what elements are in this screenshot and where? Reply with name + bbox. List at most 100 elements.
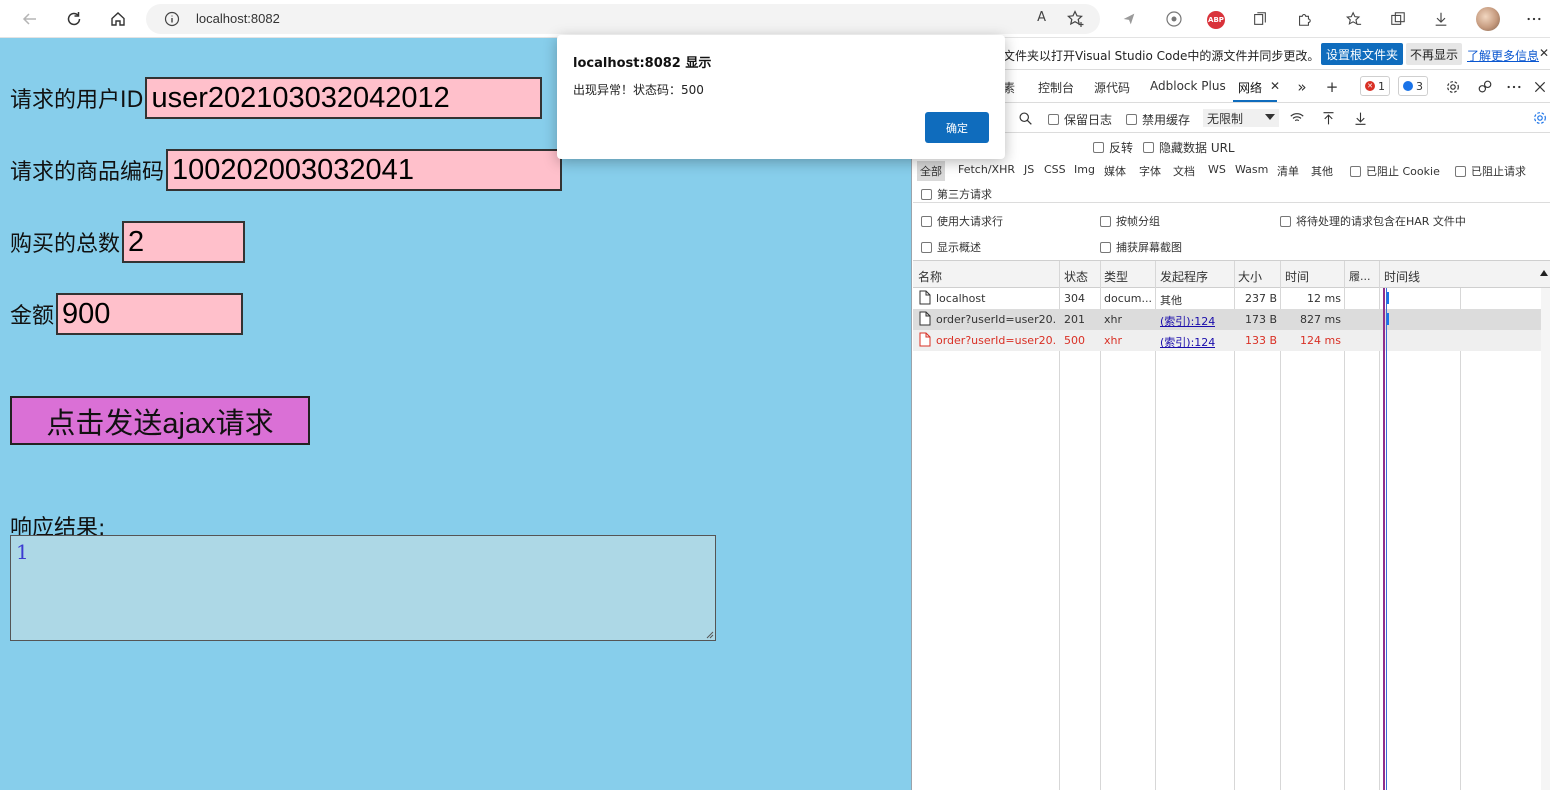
error-badge[interactable]: ✕ 1: [1360, 76, 1390, 96]
hide-data-url-option[interactable]: 隐藏数据 URL: [1143, 139, 1235, 156]
devtools-close-icon[interactable]: [1531, 78, 1549, 96]
learn-more-link[interactable]: 了解更多信息: [1467, 47, 1539, 64]
import-har-icon[interactable]: [1319, 109, 1337, 127]
dont-show-again-button[interactable]: 不再显示: [1406, 43, 1463, 65]
preserve-log-checkbox[interactable]: [1048, 114, 1059, 125]
overview-checkbox[interactable]: [921, 241, 932, 253]
blocked-requests-checkbox[interactable]: [1455, 165, 1466, 177]
column-waterfall[interactable]: 时间线: [1384, 268, 1420, 285]
tab-adblock[interactable]: Adblock Plus: [1150, 79, 1226, 93]
puzzle-icon[interactable]: [1293, 8, 1315, 30]
alert-ok-button[interactable]: 确定: [925, 112, 989, 143]
column-size[interactable]: 大小: [1238, 268, 1262, 285]
read-aloud-icon[interactable]: A: [1037, 10, 1046, 25]
more-icon[interactable]: [1523, 8, 1545, 30]
tab-console[interactable]: 控制台: [1038, 79, 1074, 96]
filter-fetch-xhr[interactable]: Fetch/XHR: [958, 163, 1015, 176]
network-tab-close-icon[interactable]: ✕: [1270, 79, 1280, 93]
blocked-cookies-checkbox[interactable]: [1350, 165, 1361, 177]
download-icon[interactable]: [1430, 8, 1452, 30]
response-textarea[interactable]: 1: [10, 535, 716, 641]
har-pending-checkbox[interactable]: [1280, 215, 1291, 227]
favorites-icon[interactable]: [1343, 8, 1365, 30]
table-row[interactable]: order?userId=user20... 500 xhr (索引):124 …: [913, 330, 1550, 351]
count-input[interactable]: 2: [122, 221, 246, 263]
filter-other[interactable]: 其他: [1311, 163, 1333, 179]
hide-data-url-checkbox[interactable]: [1143, 142, 1154, 153]
request-initiator-link[interactable]: (索引):124: [1160, 313, 1215, 329]
table-row[interactable]: order?userId=user20... 201 xhr (索引):124 …: [913, 309, 1550, 330]
tab-sources[interactable]: 源代码: [1094, 79, 1130, 96]
large-rows-option[interactable]: 使用大请求行: [921, 213, 1003, 229]
invert-checkbox[interactable]: [1093, 142, 1104, 153]
send-ajax-button[interactable]: 点击发送ajax请求: [10, 396, 310, 445]
third-party-option[interactable]: 第三方请求: [921, 186, 992, 202]
address-url[interactable]: localhost:8082: [196, 11, 280, 26]
column-type[interactable]: 类型: [1104, 268, 1128, 285]
request-name[interactable]: order?userId=user20...: [936, 313, 1056, 326]
favorite-add-icon[interactable]: [1066, 9, 1086, 29]
large-rows-checkbox[interactable]: [921, 215, 932, 227]
request-initiator-link[interactable]: (索引):124: [1160, 334, 1215, 350]
notice-close-icon[interactable]: ✕: [1539, 46, 1549, 60]
blocked-cookies-option[interactable]: 已阻止 Cookie: [1350, 163, 1440, 179]
add-tab-icon[interactable]: +: [1323, 78, 1341, 96]
network-settings-icon[interactable]: [1531, 109, 1549, 127]
user-id-input[interactable]: user202103032042012: [145, 77, 543, 119]
filter-wasm[interactable]: Wasm: [1235, 163, 1268, 176]
more-tabs-icon[interactable]: »: [1293, 78, 1311, 96]
throttle-select[interactable]: 无限制: [1203, 109, 1279, 127]
group-by-frame-checkbox[interactable]: [1100, 215, 1111, 227]
wifi-conditions-icon[interactable]: [1288, 109, 1306, 127]
filter-css[interactable]: CSS: [1044, 163, 1066, 176]
screenshots-checkbox[interactable]: [1100, 241, 1111, 253]
filter-all[interactable]: 全部: [917, 161, 945, 181]
back-icon[interactable]: [16, 5, 44, 33]
filter-font[interactable]: 字体: [1139, 163, 1161, 179]
abp-icon[interactable]: ABP: [1205, 8, 1227, 30]
disable-cache-option[interactable]: 禁用缓存: [1126, 111, 1190, 128]
filter-js[interactable]: JS: [1024, 163, 1034, 176]
tab-actions-icon[interactable]: [1387, 8, 1409, 30]
column-initiator[interactable]: 发起程序: [1160, 268, 1208, 285]
filter-doc[interactable]: 文档: [1173, 163, 1195, 179]
group-by-frame-option[interactable]: 按帧分组: [1100, 213, 1160, 229]
connect-device-icon[interactable]: [1476, 78, 1494, 96]
table-row[interactable]: localhost 304 docum... 其他 237 B 12 ms: [913, 288, 1550, 309]
export-har-icon[interactable]: [1351, 109, 1369, 127]
request-name[interactable]: localhost: [936, 292, 1056, 305]
blocked-requests-option[interactable]: 已阻止请求: [1455, 163, 1526, 179]
invert-option[interactable]: 反转: [1093, 139, 1133, 156]
resize-grip-icon[interactable]: [705, 630, 714, 639]
extension-icon[interactable]: [1163, 8, 1185, 30]
set-root-folder-button[interactable]: 设置根文件夹: [1321, 43, 1404, 65]
filter-media[interactable]: 媒体: [1104, 163, 1126, 179]
network-scrollbar[interactable]: [1541, 288, 1550, 790]
devtools-more-icon[interactable]: [1505, 78, 1523, 96]
har-pending-option[interactable]: 将待处理的请求包含在HAR 文件中: [1280, 213, 1466, 229]
collections-icon[interactable]: [1249, 8, 1271, 30]
overview-option[interactable]: 显示概述: [921, 239, 981, 255]
screenshots-option[interactable]: 捕获屏幕截图: [1100, 239, 1182, 255]
home-icon[interactable]: [104, 5, 132, 33]
request-name[interactable]: order?userId=user20...: [936, 334, 1056, 347]
column-name[interactable]: 名称: [918, 268, 942, 285]
message-badge[interactable]: 3: [1398, 76, 1428, 96]
search-icon[interactable]: [1016, 109, 1034, 127]
settings-gear-icon[interactable]: [1444, 78, 1462, 96]
preserve-log-option[interactable]: 保留日志: [1048, 111, 1112, 128]
column-status[interactable]: 状态: [1064, 268, 1088, 285]
product-input[interactable]: 100202003032041: [166, 149, 563, 191]
avatar[interactable]: [1476, 7, 1500, 31]
extension-icon[interactable]: [1118, 8, 1140, 30]
filter-manifest[interactable]: 清单: [1277, 163, 1299, 179]
tab-network[interactable]: 网络: [1238, 79, 1262, 96]
info-icon[interactable]: [164, 11, 180, 27]
amount-input[interactable]: 900: [56, 293, 244, 335]
third-party-checkbox[interactable]: [921, 188, 932, 200]
refresh-icon[interactable]: [60, 5, 88, 33]
column-time[interactable]: 时间: [1285, 268, 1309, 285]
address-bar[interactable]: localhost:8082 A: [146, 4, 1100, 34]
filter-ws[interactable]: WS: [1208, 163, 1226, 176]
disable-cache-checkbox[interactable]: [1126, 114, 1137, 125]
